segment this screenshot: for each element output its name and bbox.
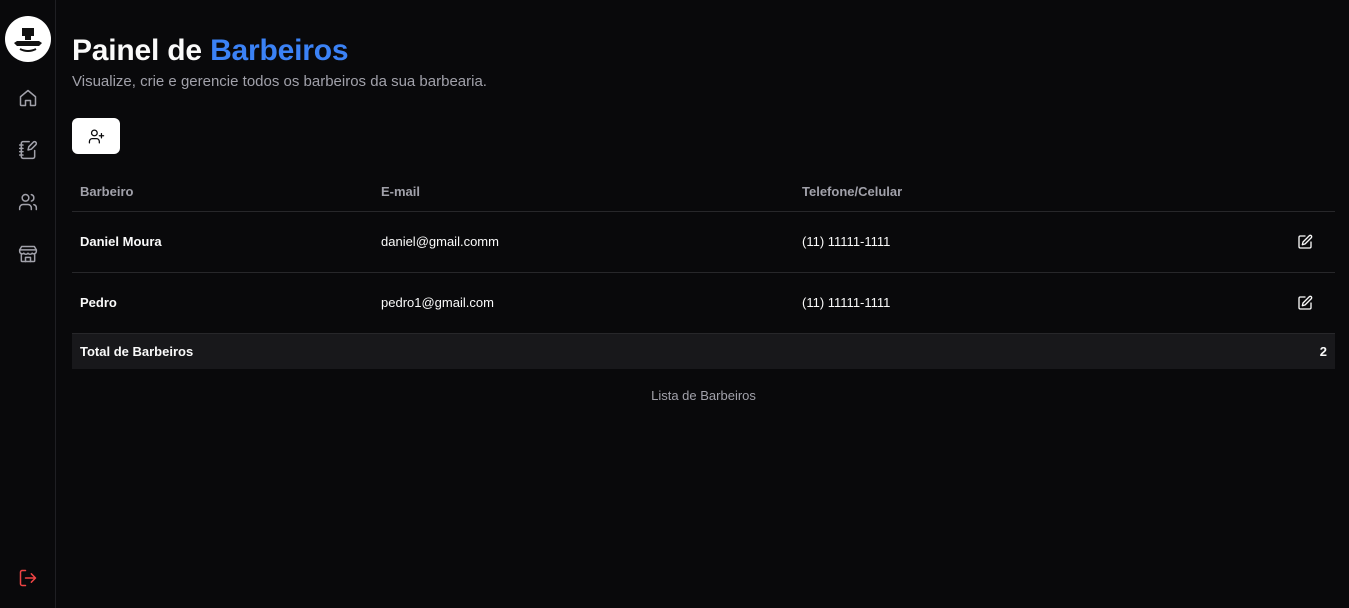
page-title-prefix: Painel de: [72, 34, 211, 67]
table-header-row: Barbeiro E-mail Telefone/Celular: [72, 173, 1335, 212]
barber-phone: (11) 11111-1111: [794, 272, 1255, 334]
row-actions: [1255, 211, 1335, 273]
logout-icon: [19, 569, 36, 587]
column-header-barber: Barbeiro: [72, 173, 373, 212]
edit-icon[interactable]: [1297, 295, 1313, 311]
column-header-phone: Telefone/Celular: [794, 173, 1255, 212]
sidebar-item-notebook[interactable]: [8, 130, 48, 170]
barber-email: daniel@gmail.comm: [373, 211, 794, 273]
add-barber-button[interactable]: [72, 118, 120, 154]
barber-email: pedro1@gmail.com: [373, 272, 794, 334]
barber-name: Daniel Moura: [72, 211, 373, 273]
page-title: Painel de Barbeiros: [72, 34, 1335, 68]
sidebar-item-home[interactable]: [8, 78, 48, 118]
store-icon: [18, 245, 37, 263]
main-content: Painel de Barbeiros Visualize, crie e ge…: [72, 0, 1335, 403]
users-icon: [18, 193, 37, 211]
barber-name: Pedro: [72, 272, 373, 334]
table-row: Daniel Moura daniel@gmail.comm (11) 1111…: [72, 211, 1335, 273]
total-barbers-count: 2: [1255, 333, 1335, 369]
home-icon: [19, 89, 36, 107]
notebook-edit-icon: [18, 140, 37, 160]
sidebar: [0, 0, 56, 608]
column-header-actions: [1255, 173, 1335, 212]
sidebar-item-barbers[interactable]: [8, 182, 48, 222]
logout-button[interactable]: [8, 558, 48, 598]
barber-phone: (11) 11111-1111: [794, 211, 1255, 273]
barbers-table: Barbeiro E-mail Telefone/Celular Daniel …: [72, 173, 1335, 369]
row-actions: [1255, 272, 1335, 334]
sidebar-item-store[interactable]: [8, 234, 48, 274]
user-plus-icon: [88, 128, 104, 144]
barbershop-logo-icon[interactable]: [4, 16, 51, 62]
column-header-email: E-mail: [373, 173, 794, 212]
table-footer-row: Total de Barbeiros 2: [72, 333, 1335, 369]
table-caption: Lista de Barbeiros: [651, 388, 756, 403]
edit-icon[interactable]: [1297, 234, 1313, 250]
page-subtitle: Visualize, crie e gerencie todos os barb…: [72, 73, 487, 90]
page-title-accent: Barbeiros: [210, 34, 349, 67]
total-barbers-label: Total de Barbeiros: [72, 333, 1255, 369]
table-row: Pedro pedro1@gmail.com (11) 11111-1111: [72, 272, 1335, 334]
